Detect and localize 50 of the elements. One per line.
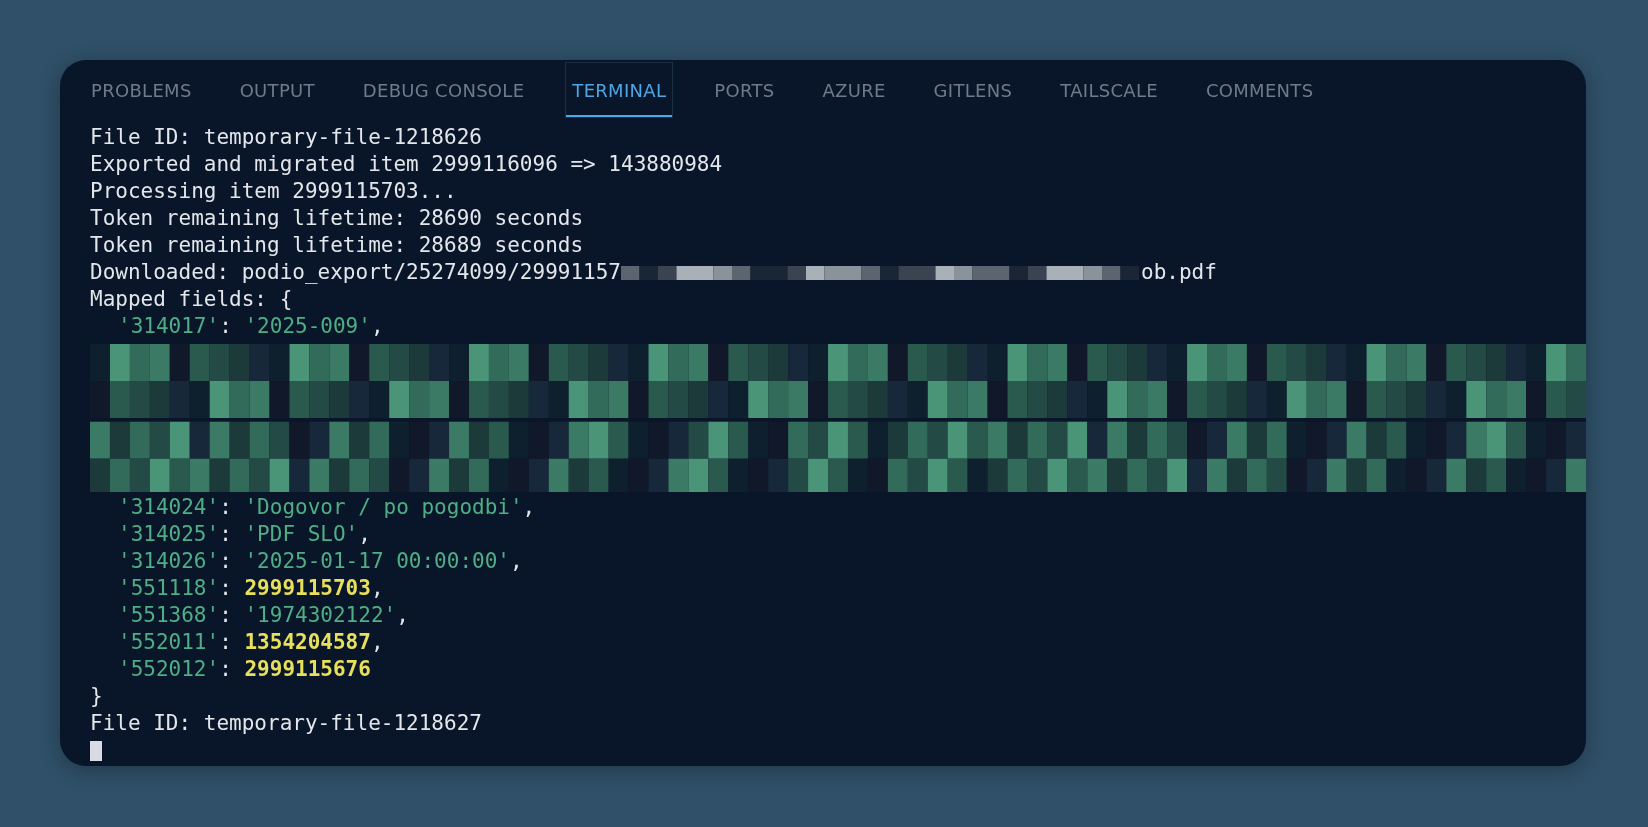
panel-tab[interactable]: COMMENTS — [1198, 62, 1321, 118]
terminal-text: '314017' — [118, 313, 220, 340]
panel-tab[interactable]: OUTPUT — [232, 62, 322, 118]
terminal-text: Mapped fields: { — [90, 286, 293, 313]
panel-tab[interactable]: TERMINAL — [565, 62, 674, 118]
panel-tab[interactable]: GITLENS — [926, 62, 1020, 118]
terminal-text: : — [219, 548, 233, 575]
terminal-text: File ID: temporary-file-1218627 — [90, 710, 482, 737]
terminal-text: '551368' — [118, 602, 220, 629]
terminal-text: '314024' — [118, 494, 220, 521]
terminal-text: : — [219, 575, 233, 602]
terminal-text: '1974302122' — [244, 602, 397, 629]
terminal-text: '552012' — [118, 656, 220, 683]
panel-tab[interactable]: PROBLEMS — [84, 62, 199, 118]
terminal-text: , — [370, 575, 384, 602]
terminal-text: File ID: temporary-file-1218626 — [90, 124, 482, 151]
terminal-text: Downloaded: podio_export/25274099/29991157 — [90, 259, 621, 286]
terminal-text: 1354204587 — [244, 629, 371, 656]
terminal-text: 'Dogovor / po pogodbi' — [244, 494, 523, 521]
terminal-text: '2025-009' — [244, 313, 371, 340]
terminal-text: , — [509, 548, 523, 575]
panel-tab[interactable]: TAILSCALE — [1053, 62, 1165, 118]
terminal-text: : — [219, 602, 233, 629]
terminal-text: Exported and migrated item 2999116096 => 143880984 — [90, 151, 723, 178]
terminal-text: 2999115676 — [244, 656, 371, 683]
panel-tab[interactable]: PORTS — [707, 62, 782, 118]
terminal-text: , — [358, 521, 371, 548]
terminal-text: : — [219, 521, 233, 548]
terminal-text: 2999115703 — [244, 575, 371, 602]
terminal-text: : — [219, 494, 233, 521]
terminal-text: 'PDF SLO' — [244, 521, 359, 548]
terminal-text: Processing item 2999115703... — [90, 178, 457, 205]
terminal-text: '552011' — [118, 629, 220, 656]
panel-tab[interactable]: AZURE — [815, 62, 893, 118]
terminal-text: : — [219, 629, 233, 656]
terminal-text: : — [219, 313, 233, 340]
terminal-text: Token remaining lifetime: 28690 seconds — [90, 205, 584, 232]
terminal-text: : — [219, 656, 233, 683]
terminal-text: , — [370, 629, 384, 656]
panel-tab[interactable]: DEBUG CONSOLE — [355, 62, 532, 118]
terminal-text: '551118' — [118, 575, 220, 602]
terminal-text: } — [90, 683, 103, 710]
terminal-text: '314026' — [118, 548, 220, 575]
terminal-text: ob.pdf — [1141, 259, 1217, 286]
terminal-text: , — [396, 602, 409, 629]
terminal-text: '314025' — [118, 521, 220, 548]
terminal-text: '2025-01-17 00:00:00' — [244, 548, 510, 575]
terminal-text: , — [370, 313, 384, 340]
terminal-text: , — [522, 494, 536, 521]
terminal-text: Token remaining lifetime: 28689 seconds — [90, 232, 584, 259]
